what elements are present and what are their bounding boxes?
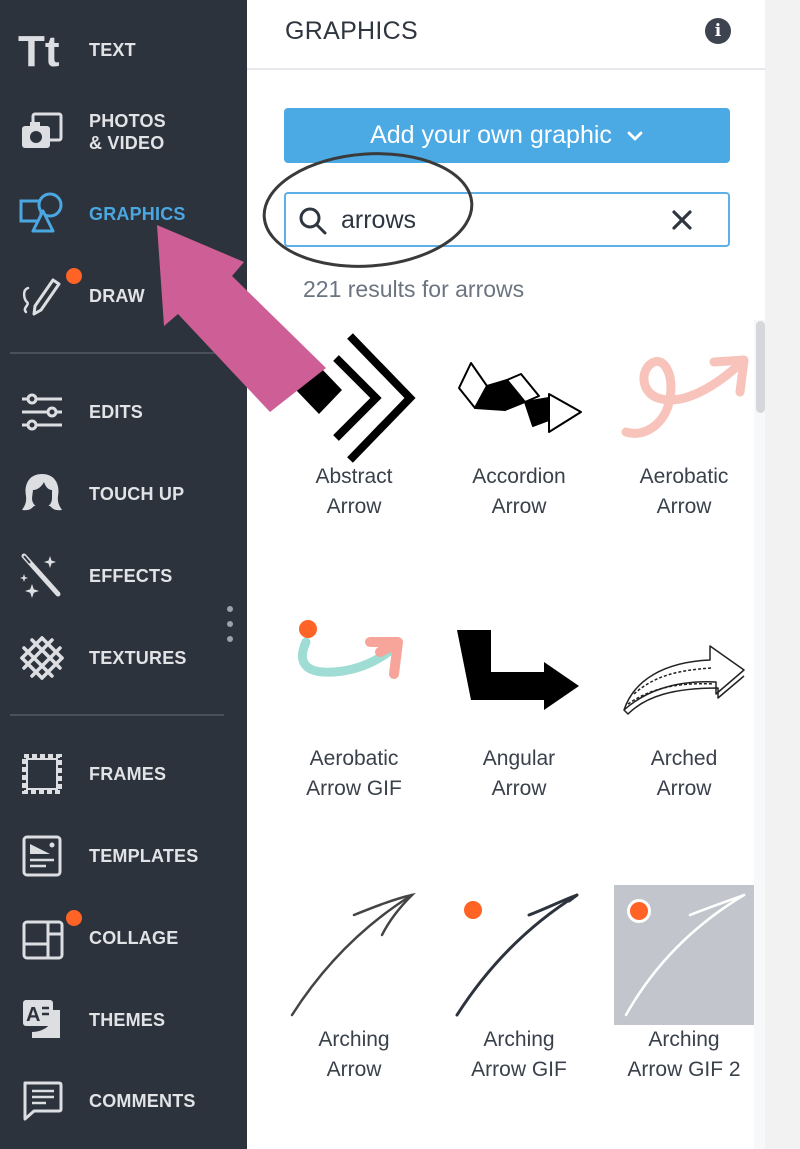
pencil-draw-icon (18, 272, 66, 320)
scrollbar-thumb[interactable] (756, 321, 765, 413)
sidebar-item-label: EDITS (89, 402, 144, 422)
sidebar-item-label: TEXT (89, 40, 136, 60)
sidebar-item-label: GRAPHICS (89, 204, 186, 224)
sidebar-item-label: FRAMES (89, 764, 167, 784)
chevron-down-icon (627, 131, 643, 140)
sidebar-item-themes[interactable]: A THEMES (0, 985, 247, 1055)
sidebar-item-touch-up[interactable]: TOUCH UP (0, 459, 247, 529)
sidebar-item-frames[interactable]: FRAMES (0, 739, 247, 809)
sidebar-item-photos-video[interactable]: PHOTOS & VIDEO (0, 97, 247, 167)
search-input[interactable] (341, 202, 651, 238)
info-icon[interactable]: i (705, 18, 731, 44)
panel-header: GRAPHICS i (247, 0, 765, 70)
abstract-arrow-thumbnail (284, 328, 424, 468)
sidebar-item-effects[interactable]: EFFECTS (0, 541, 247, 611)
themes-icon: A (18, 996, 66, 1044)
sidebar-item-label: EFFECTS (89, 566, 173, 586)
arched-arrow-thumbnail (614, 610, 754, 750)
photo-video-icon (18, 108, 66, 156)
sidebar-item-edits[interactable]: EDITS (0, 377, 247, 447)
sidebar-divider (10, 714, 224, 716)
collage-icon (18, 914, 66, 962)
aerobatic-arrow-thumbnail (614, 328, 754, 468)
gif-badge (627, 899, 651, 923)
panel-title: GRAPHICS (285, 17, 418, 45)
graphics-panel: GRAPHICS i Add your own graphic 221 resu… (247, 0, 765, 1149)
accordion-arrow-thumbnail (449, 328, 589, 468)
new-badge (64, 908, 84, 928)
sidebar: Tt TEXT PHOTOS & VIDEO GRAPHICS DRAW EDI… (0, 0, 247, 1149)
gif-badge (299, 620, 317, 638)
comment-icon (18, 1077, 66, 1125)
sidebar-item-label: THEMES (89, 1010, 166, 1030)
sidebar-item-label: COMMENTS (89, 1091, 196, 1111)
sidebar-divider (10, 352, 224, 354)
graphic-label: Angular Arrow (482, 747, 556, 800)
sidebar-item-textures[interactable]: TEXTURES (0, 623, 247, 693)
sidebar-item-templates[interactable]: TEMPLATES (0, 821, 247, 891)
shapes-icon (18, 190, 66, 238)
sidebar-item-label: TOUCH UP (89, 484, 185, 504)
graphic-label: Arching Arrow GIF (471, 1028, 567, 1081)
arching-arrow-thumbnail (284, 885, 424, 1025)
sidebar-item-label: TEMPLATES (89, 846, 199, 866)
scrollbar-track[interactable] (754, 320, 765, 1149)
add-own-graphic-button[interactable]: Add your own graphic (284, 108, 730, 163)
stamp-frame-icon (18, 750, 66, 798)
graphic-label: Arched Arrow (650, 747, 718, 800)
new-badge (64, 266, 84, 286)
graphic-label: Arching Arrow GIF 2 (627, 1028, 741, 1081)
results-count: 221 results for arrows (303, 276, 525, 302)
graphic-label: Accordion Arrow (472, 465, 566, 518)
sidebar-item-label: DRAW (89, 286, 145, 306)
sliders-icon (18, 388, 66, 436)
sidebar-item-comments[interactable]: COMMENTS (0, 1066, 247, 1136)
svg-text:Tt: Tt (18, 27, 60, 74)
face-icon (18, 470, 66, 518)
search-icon (299, 207, 327, 235)
sidebar-item-draw[interactable]: DRAW (0, 261, 247, 331)
svg-text:A: A (26, 1004, 40, 1026)
graphic-label: Aerobatic Arrow GIF (306, 747, 402, 800)
sidebar-item-text[interactable]: Tt TEXT (0, 15, 247, 85)
sidebar-item-label: TEXTURES (89, 648, 187, 668)
angular-arrow-thumbnail (449, 610, 589, 750)
search-box (284, 192, 730, 247)
template-icon (18, 832, 66, 880)
clear-search-icon[interactable] (668, 206, 696, 234)
graphic-label: Aerobatic Arrow (639, 465, 729, 518)
gif-badge (464, 901, 482, 919)
graphic-label: Abstract Arrow (315, 465, 393, 518)
sidebar-item-label: COLLAGE (89, 928, 179, 948)
text-icon: Tt (18, 26, 66, 74)
magic-wand-icon (18, 552, 66, 600)
app-root: Tt TEXT PHOTOS & VIDEO GRAPHICS DRAW EDI… (0, 0, 800, 1149)
panel-resize-handle[interactable] (225, 606, 235, 646)
graphic-label: Arching Arrow (318, 1028, 390, 1081)
add-own-graphic-label: Add your own graphic (370, 121, 612, 149)
texture-grid-icon (18, 634, 66, 682)
sidebar-item-label: PHOTOS & VIDEO (89, 111, 166, 153)
sidebar-item-collage[interactable]: COLLAGE (0, 903, 247, 973)
sidebar-item-graphics[interactable]: GRAPHICS (0, 179, 247, 249)
